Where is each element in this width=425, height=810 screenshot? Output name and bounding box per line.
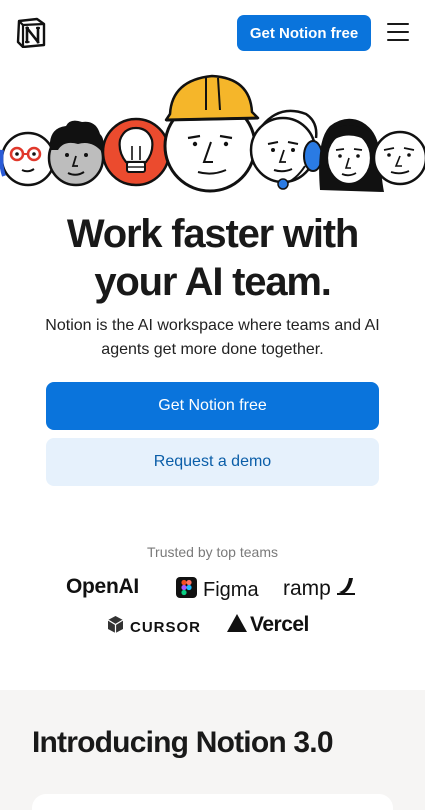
notion-logo-icon[interactable] [16,17,46,49]
trusted-by-label: Trusted by top teams [147,544,278,560]
hamburger-menu-icon[interactable] [387,23,409,41]
face-hardhat-illustration [163,74,260,193]
cursor-icon [107,615,124,639]
ramp-logo: ramp [283,576,357,601]
introducing-title: Introducing Notion 3.0 [32,726,334,759]
top-nav: Get Notion free [0,0,425,66]
hero-title: Work faster with your AI team. [0,210,425,306]
face-simple-illustration [372,130,425,186]
face-curly-hair-illustration [47,120,105,187]
hero-subtitle: Notion is the AI workspace where teams a… [45,317,380,358]
figma-icon [176,577,197,603]
get-notion-free-button[interactable]: Get Notion free [46,382,379,430]
cursor-logo-text: CURSOR [130,618,202,636]
openai-logo: OpenAI [66,575,139,598]
introducing-section: Introducing Notion 3.0 [0,690,425,810]
face-headset-illustration [249,109,323,190]
cursor-logo: CURSOR [107,615,201,639]
figma-logo-text: Figma [203,578,259,601]
figma-logo: Figma [176,577,259,603]
hero-title-line-2: your AI team. [94,260,332,304]
request-demo-button[interactable]: Request a demo [46,438,379,486]
vercel-logo: Vercel [227,613,309,637]
ramp-icon [335,576,357,601]
vercel-triangle-icon [227,613,247,637]
ai-team-faces-illustration [0,70,425,200]
face-lightbulb-illustration [101,117,171,187]
feature-card [32,794,393,810]
face-glasses-illustration [0,131,56,187]
vercel-logo-text: Vercel [250,613,309,636]
hero-title-line-1: Work faster with [66,212,359,256]
ramp-logo-text: ramp [283,576,331,600]
get-notion-free-header-button[interactable]: Get Notion free [237,15,371,51]
